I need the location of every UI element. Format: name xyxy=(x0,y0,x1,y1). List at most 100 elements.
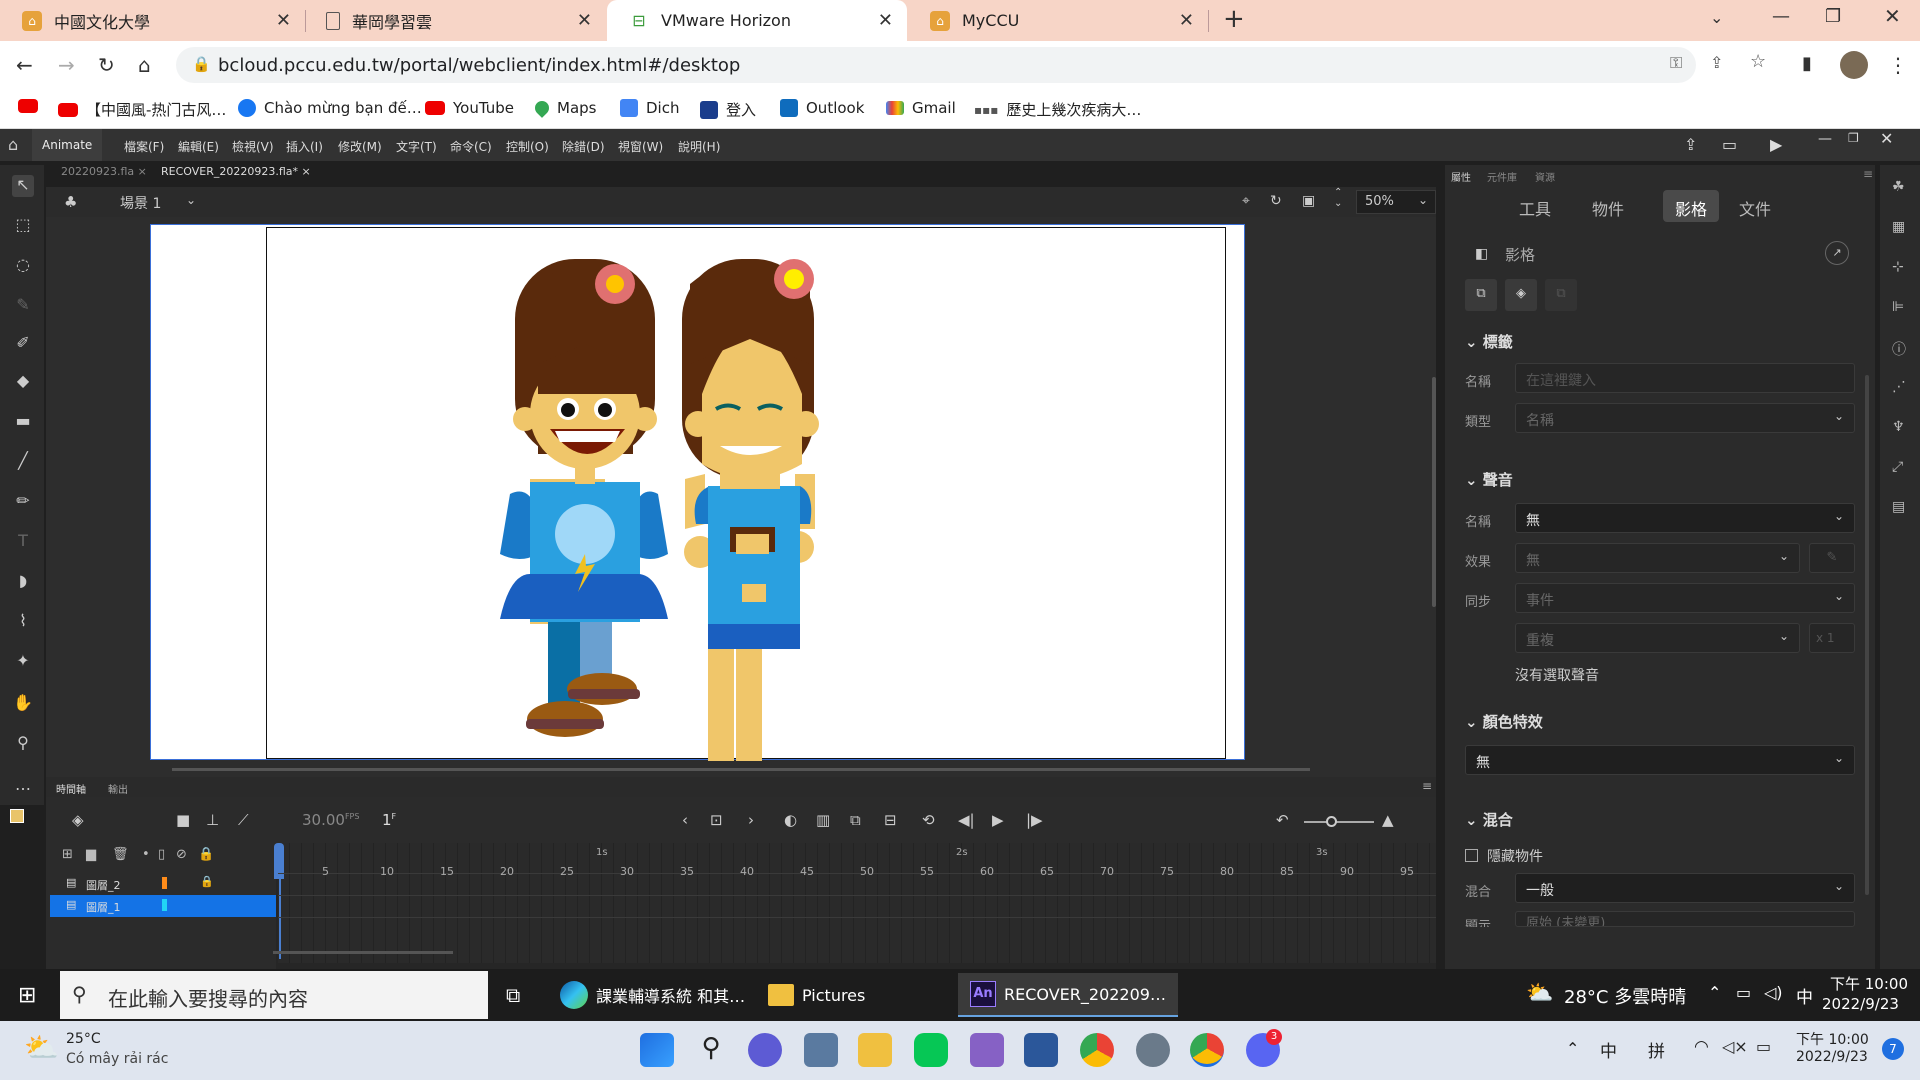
stepper-icon[interactable]: ⌃ ⌄ xyxy=(1334,187,1342,209)
components-icon[interactable]: ▤ xyxy=(1892,499,1908,515)
sound-repeat-select[interactable]: 重複 ⌄ xyxy=(1515,623,1800,653)
panel-menu-icon[interactable]: ≡ xyxy=(1422,779,1432,793)
clip-icon[interactable]: ▣ xyxy=(1302,193,1315,209)
menu-commands[interactable]: 命令(C) xyxy=(450,138,492,155)
blend-mode-select[interactable]: 一般 ⌄ xyxy=(1515,873,1855,903)
swatches-icon[interactable]: ▦ xyxy=(1892,219,1908,235)
vm-clock[interactable]: 下午 10:00 xyxy=(1830,973,1908,994)
wifi-icon[interactable]: ◠ xyxy=(1694,1037,1709,1057)
hide-icon[interactable]: ⊘ xyxy=(176,847,187,862)
pin-icon[interactable]: ✦ xyxy=(12,651,34,673)
step-back-icon[interactable]: ◀| xyxy=(958,811,975,829)
hand-icon[interactable]: ✋ xyxy=(12,693,34,715)
center-stage-icon[interactable]: ⌖ xyxy=(1242,193,1250,209)
minimize-icon[interactable]: — xyxy=(1818,131,1832,147)
transform-icon[interactable]: ⊹ xyxy=(1892,259,1908,275)
label-type-select[interactable]: 名稱 ⌄ xyxy=(1515,403,1855,433)
tab-library[interactable]: 元件庫 xyxy=(1487,169,1517,184)
taskbar-app-pictures[interactable]: Pictures xyxy=(768,977,865,1013)
character-artwork[interactable] xyxy=(490,224,830,761)
render-select[interactable]: 原始 (未變更) xyxy=(1515,911,1855,927)
asset-warp-icon[interactable]: ♆ xyxy=(1892,419,1908,435)
tab-tools[interactable]: 工具 xyxy=(1507,190,1563,222)
lasso-icon[interactable]: ◌ xyxy=(12,255,34,277)
fill-color-swatch[interactable] xyxy=(10,809,24,823)
weather-icon[interactable]: ⛅ xyxy=(24,1031,59,1064)
windows-start-icon[interactable]: ⊞ xyxy=(18,983,36,1008)
horizontal-scrollbar[interactable] xyxy=(172,768,1310,771)
frame-label-input[interactable]: 在這裡鍵入 xyxy=(1515,363,1855,393)
sound-sync-select[interactable]: 事件 ⌄ xyxy=(1515,583,1855,613)
vm-search-box[interactable]: ⚲ 在此輸入要搜尋的內容 xyxy=(60,971,488,1019)
timeline-scrollbar[interactable] xyxy=(273,951,453,954)
volume-icon[interactable]: ◁) xyxy=(1764,983,1783,1002)
bookmark-item[interactable]: ▪▪▪ 歷史上幾次疾病大… xyxy=(974,99,1141,120)
copy-frame-icon[interactable]: ⧉ xyxy=(1465,279,1497,311)
bookmark-item[interactable]: YouTube xyxy=(425,99,514,117)
search-icon[interactable]: ⚲ xyxy=(694,1033,728,1067)
vm-date[interactable]: 2022/9/23 xyxy=(1822,995,1899,1013)
menu-file[interactable]: 檔案(F) xyxy=(124,138,164,155)
share-icon[interactable]: ⇪ xyxy=(1710,53,1723,72)
browser-tab-cloud[interactable]: 華岡學習雲 ✕ xyxy=(306,0,606,41)
free-transform-icon[interactable]: ⬚ xyxy=(12,215,34,237)
panel-scrollbar[interactable] xyxy=(1865,375,1869,895)
align-icon[interactable]: ⊫ xyxy=(1892,299,1908,315)
host-clock[interactable]: 下午 10:00 xyxy=(1796,1029,1869,1049)
zoom-icon[interactable]: ⚲ xyxy=(12,733,34,755)
tab-frame[interactable]: 影格 xyxy=(1663,190,1720,222)
layer-name[interactable]: 圖層_1 xyxy=(86,899,121,915)
doc-tab[interactable]: 20220923.fla × xyxy=(61,165,147,178)
rotate-icon[interactable]: ↻ xyxy=(1270,193,1282,209)
outline-icon[interactable]: ▯ xyxy=(158,847,165,862)
chevron-up-icon[interactable]: ⌃ xyxy=(1566,1039,1579,1058)
paint-bucket-icon[interactable]: ◗ xyxy=(12,571,34,593)
camera-icon[interactable]: ■ xyxy=(176,811,190,829)
battery-icon[interactable]: ▭ xyxy=(1756,1037,1771,1056)
layer-color[interactable] xyxy=(162,877,167,889)
bookmark-item[interactable]: Chào mừng bạn đế… xyxy=(238,99,422,117)
visual-studio-icon[interactable] xyxy=(970,1033,1004,1067)
more-tools-icon[interactable]: … xyxy=(12,775,34,797)
panel-menu-icon[interactable]: ≡ xyxy=(1863,167,1873,181)
hierarchy-icon[interactable]: ⊥ xyxy=(206,811,219,829)
close-window-icon[interactable]: ✕ xyxy=(1884,4,1901,28)
folder-icon[interactable]: ▆ xyxy=(86,847,96,862)
zoom-slider[interactable] xyxy=(1304,821,1374,823)
undo-icon[interactable]: ↶ xyxy=(1276,811,1289,829)
insert-keyframe-icon[interactable]: ⊡ xyxy=(710,811,723,829)
play-icon[interactable]: ▶ xyxy=(992,811,1004,829)
home-icon[interactable]: ⌂ xyxy=(8,135,18,154)
zoom-slider-knob[interactable] xyxy=(1326,816,1337,827)
bookmark-item[interactable]: Maps xyxy=(532,98,596,118)
rectangle-icon[interactable]: ▬ xyxy=(12,411,34,433)
frame-display[interactable]: 1F xyxy=(382,811,396,829)
settings-icon[interactable] xyxy=(1136,1033,1170,1067)
layer-color[interactable] xyxy=(162,899,167,911)
close-icon[interactable]: ✕ xyxy=(878,10,893,31)
layers-icon[interactable]: ◈ xyxy=(72,811,84,829)
restore-icon[interactable]: ❐ xyxy=(1825,6,1841,27)
calculator-icon[interactable] xyxy=(804,1033,838,1067)
onion-skin-icon[interactable]: ◐ xyxy=(784,811,797,829)
ime-indicator[interactable]: 中 xyxy=(1796,983,1813,1008)
windows-start-icon[interactable] xyxy=(640,1033,674,1067)
notification-badge[interactable]: 7 xyxy=(1882,1038,1904,1060)
menu-debug[interactable]: 除錯(D) xyxy=(562,138,605,155)
tab-output[interactable]: 輸出 xyxy=(108,781,128,796)
close-icon[interactable]: ✕ xyxy=(1880,129,1893,148)
share-icon[interactable]: ⇪ xyxy=(1684,135,1697,154)
line-icon[interactable]: ╱ xyxy=(12,451,34,473)
dot-icon[interactable]: • xyxy=(142,847,150,862)
chevron-up-icon[interactable]: ⌃ xyxy=(1708,983,1721,1002)
motion-editor-icon[interactable]: ⤢ xyxy=(1892,459,1908,475)
lock-icon[interactable]: 🔒 xyxy=(192,55,211,73)
info-icon[interactable]: ⓘ xyxy=(1892,339,1908,358)
frame-grid[interactable]: 1s 2s 3s 5 10 15 20 25 30 35 40 45 50 55… xyxy=(273,843,1436,963)
restore-icon[interactable]: ❐ xyxy=(1848,131,1859,145)
scene-name[interactable]: 場景 1 xyxy=(120,193,161,213)
label-section-header[interactable]: ⌄ 標籤 xyxy=(1465,331,1513,352)
taskbar-app-animate[interactable]: An RECOVER_202209… xyxy=(958,973,1178,1017)
add-layer-icon[interactable]: ⊞ xyxy=(62,847,73,862)
layer-row[interactable]: ▤ 圖層_2 🔒 xyxy=(50,873,276,895)
